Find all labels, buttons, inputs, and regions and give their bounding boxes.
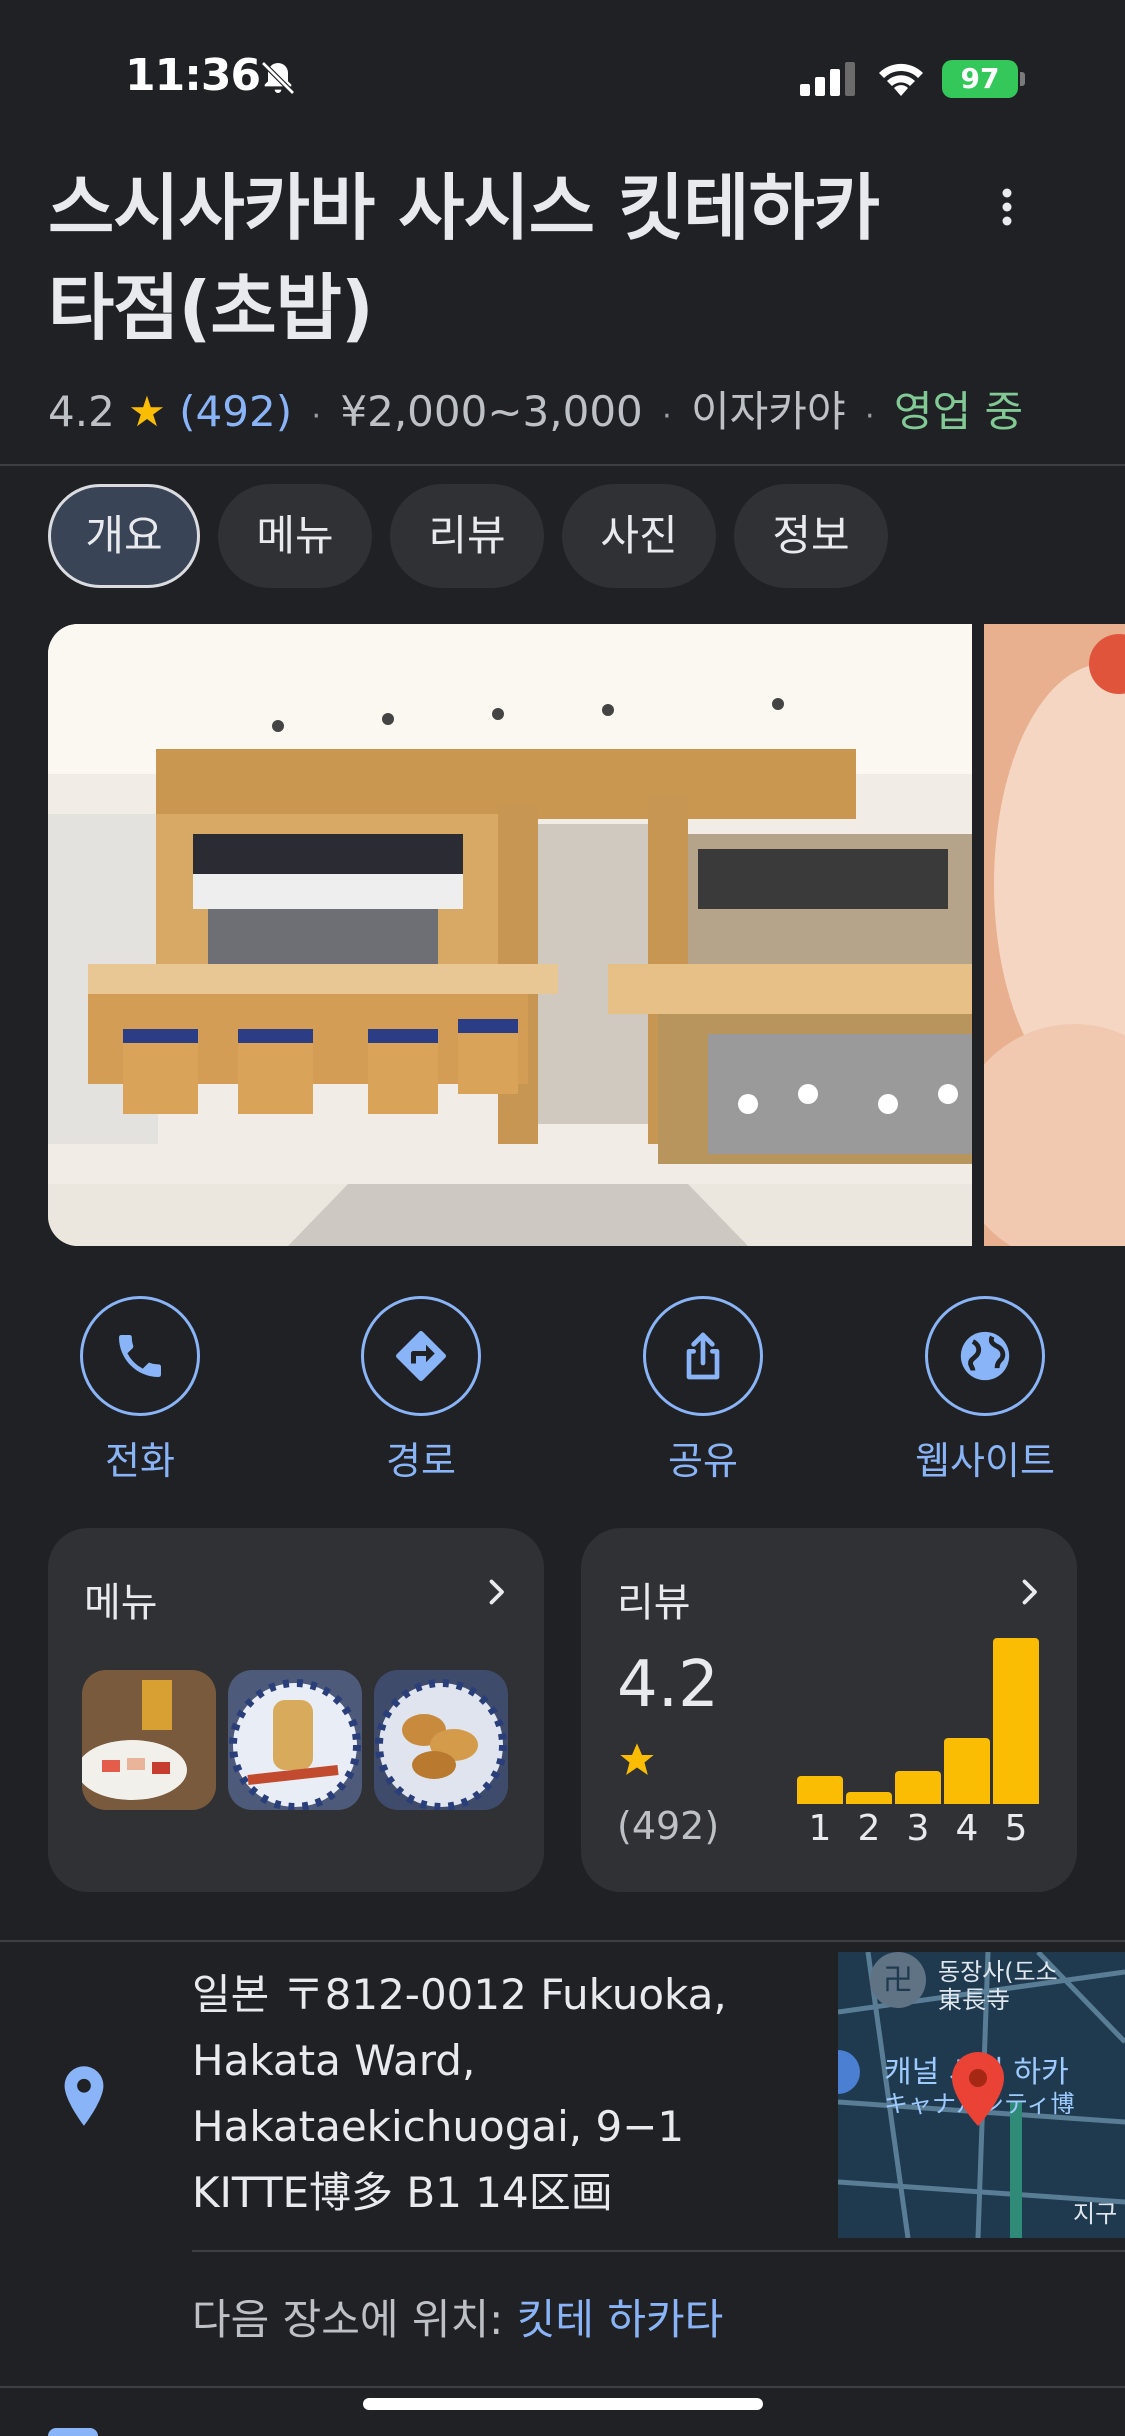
phone-icon <box>80 1296 200 1416</box>
menu-photo-thumbnail[interactable] <box>228 1670 362 1810</box>
place-category: 이자카야 <box>691 387 846 436</box>
rating-bar-2 <box>846 1792 892 1804</box>
map-thumbnail[interactable]: 卍 동장사(도소 東長寺 캐널 시티 하카 キャナルシティ博 지구 <box>838 1952 1125 2238</box>
rating-bar-5 <box>993 1638 1039 1804</box>
star-icon: ★ <box>128 387 166 436</box>
map-label: 東長寺 <box>938 1986 1010 2014</box>
rating-bar-label: 2 <box>857 1808 881 1849</box>
tab-photos[interactable]: 사진 <box>562 484 716 588</box>
directions-label: 경로 <box>386 1439 456 1483</box>
website-button[interactable]: 웹사이트 <box>875 1296 1095 1496</box>
rating-value: 4.2 <box>48 387 115 436</box>
place-meta: 4.2 ★ (492) · ¥2,000~3,000 · 이자카야 · 영업 중 <box>48 378 1023 439</box>
divider <box>0 464 1125 466</box>
address-text[interactable]: 일본 〒812-0012 Fukuoka, Hakata Ward, Hakat… <box>192 1962 832 2226</box>
wifi-icon <box>879 63 923 96</box>
rating-bar-label: 4 <box>955 1808 979 1849</box>
separator-dot: · <box>864 399 875 434</box>
tab-overview[interactable]: 개요 <box>48 484 200 588</box>
located-in-link[interactable]: 킷테 하카타 <box>517 2295 724 2344</box>
address-line: KITTE博多 B1 14区画 <box>192 2168 613 2217</box>
status-bar: 11:36 97 <box>0 0 1125 150</box>
address-line: Hakata Ward, <box>192 2036 476 2085</box>
rating-bar-4 <box>944 1738 990 1804</box>
located-in: 다음 장소에 위치: 킷테 하카타 <box>192 2286 723 2347</box>
share-label: 공유 <box>668 1439 738 1483</box>
located-in-prefix: 다음 장소에 위치: <box>192 2295 517 2344</box>
address-line: 일본 〒812-0012 Fukuoka, <box>192 1970 727 2019</box>
separator-dot: · <box>311 399 322 434</box>
bell-mute-icon <box>261 61 295 95</box>
open-status: 영업 중 <box>893 387 1024 436</box>
home-indicator[interactable] <box>363 2398 763 2410</box>
battery-indicator: 97 <box>942 60 1018 98</box>
menu-photo-thumbnail[interactable] <box>82 1670 216 1810</box>
website-label: 웹사이트 <box>915 1439 1055 1483</box>
chevron-right-icon <box>489 1579 504 1605</box>
place-title-line1: 스시사카바 사시스 킷테하카 <box>48 166 880 250</box>
rating-bar-1 <box>797 1776 843 1804</box>
map-label: 동장사(도소 <box>938 1958 1058 1986</box>
map-label: 지구 <box>1073 2200 1117 2228</box>
svg-text:卍: 卍 <box>883 1963 913 1998</box>
more-options-icon[interactable] <box>985 185 1030 230</box>
cellular-signal-icon <box>800 62 855 96</box>
next-row-icon <box>48 2428 98 2436</box>
globe-icon <box>925 1296 1045 1416</box>
restaurant-interior-photo[interactable] <box>48 624 972 1246</box>
rating-distribution: 12345 <box>581 1528 1077 1892</box>
call-button[interactable]: 전화 <box>30 1296 250 1496</box>
sushi-photo[interactable] <box>984 624 1125 1246</box>
directions-button[interactable]: 경로 <box>311 1296 531 1496</box>
rating-bar-label: 5 <box>1004 1808 1028 1849</box>
separator-dot: · <box>662 399 672 434</box>
tab-reviews[interactable]: 리뷰 <box>390 484 544 588</box>
place-title-line2: 타점(초밥) <box>48 266 374 350</box>
share-icon <box>643 1296 763 1416</box>
share-button[interactable]: 공유 <box>593 1296 813 1496</box>
directions-icon <box>361 1296 481 1416</box>
tab-menu[interactable]: 메뉴 <box>218 484 372 588</box>
divider <box>0 1940 1125 1942</box>
place-title: 스시사카바 사시스 킷테하카 타점(초밥) <box>48 158 948 358</box>
menu-photo-thumbnail[interactable] <box>374 1670 508 1810</box>
rating-bar-3 <box>895 1771 941 1804</box>
status-time: 11:36 <box>125 50 261 101</box>
review-count-link[interactable]: (492) <box>179 387 292 436</box>
location-pin-icon <box>64 2066 104 2126</box>
tab-info[interactable]: 정보 <box>734 484 888 588</box>
review-card[interactable]: 리뷰 4.2 (492) 12345 <box>581 1528 1077 1892</box>
divider <box>192 2250 1125 2252</box>
call-label: 전화 <box>105 1439 175 1483</box>
divider <box>0 2386 1125 2388</box>
menu-card-title: 메뉴 <box>84 1580 158 1626</box>
rating-bar-label: 1 <box>808 1808 832 1849</box>
rating-bar-label: 3 <box>906 1808 930 1849</box>
menu-card[interactable]: 메뉴 <box>48 1528 544 1892</box>
battery-cap <box>1020 72 1025 86</box>
price-range: ¥2,000~3,000 <box>340 387 643 436</box>
address-line: Hakataekichuogai, 9−1 <box>192 2102 685 2151</box>
